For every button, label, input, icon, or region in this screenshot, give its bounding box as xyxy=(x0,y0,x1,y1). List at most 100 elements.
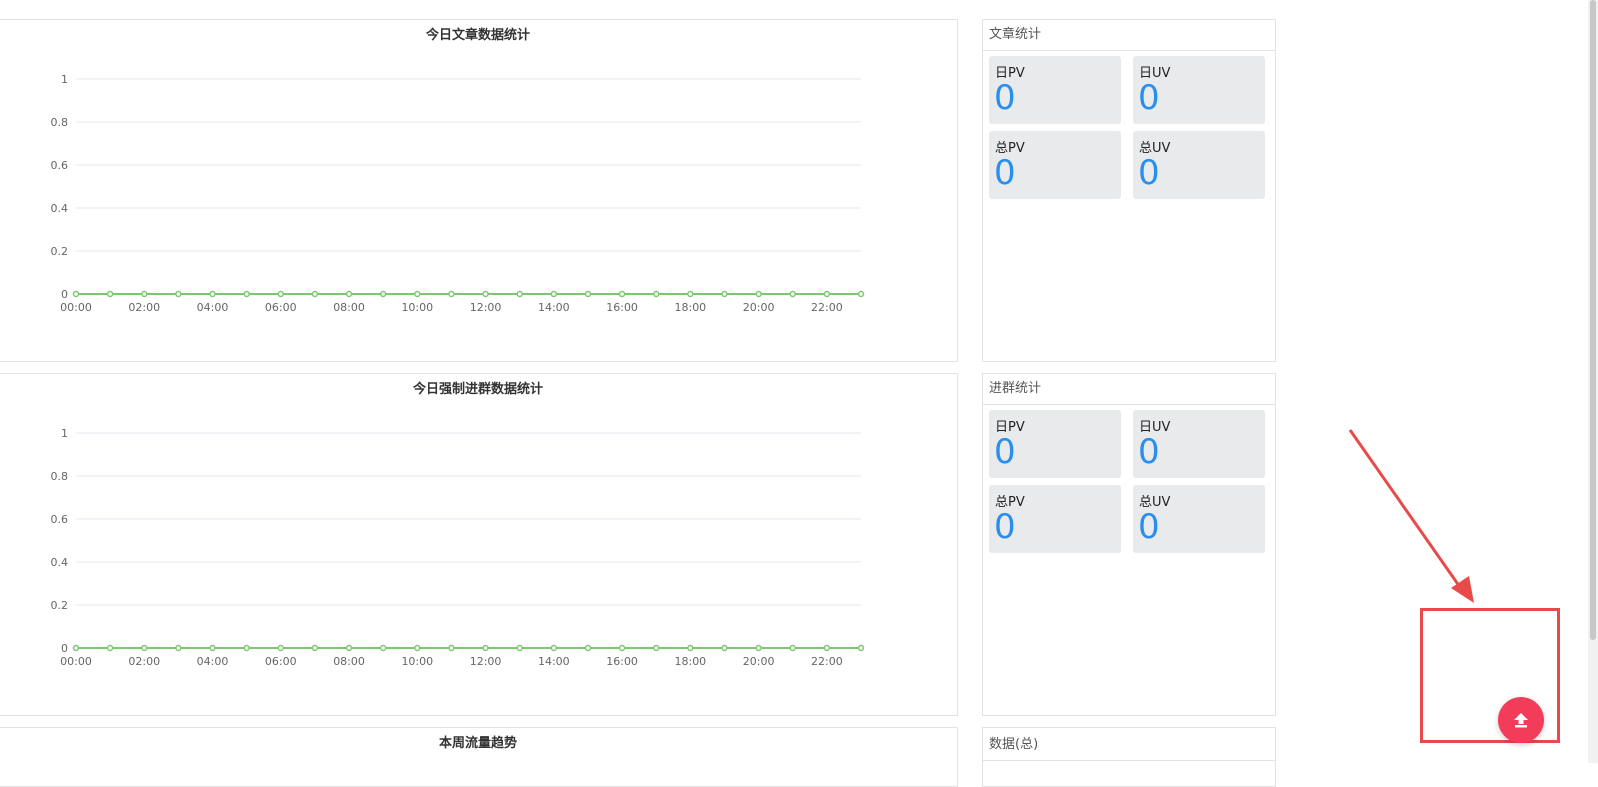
data-point xyxy=(243,644,250,652)
data-point xyxy=(687,290,694,298)
stat-value: 0 xyxy=(1138,153,1160,193)
y-tick-label: 0.6 xyxy=(51,159,69,172)
data-point xyxy=(277,644,285,652)
data-point xyxy=(857,290,865,298)
stat-card-daily-pv: 日PV 0 xyxy=(989,56,1121,124)
stat-card-total-pv: 总PV 0 xyxy=(989,485,1121,553)
data-point xyxy=(141,644,148,652)
data-point xyxy=(721,644,728,652)
data-point xyxy=(618,290,626,298)
x-tick-label: 16:00 xyxy=(606,301,638,314)
data-point xyxy=(141,290,148,298)
panel-header: 数据(总) xyxy=(983,728,1275,761)
group-line-chart: 0 0.2 0.4 0.6 0.8 1 00:00 02:00 04:00 06:00 08:00 1… xyxy=(51,427,865,668)
data-point xyxy=(379,644,387,652)
data-point xyxy=(311,644,319,652)
x-tick-label: 04:00 xyxy=(197,655,229,668)
x-tick-label: 04:00 xyxy=(197,301,229,314)
x-tick-label: 18:00 xyxy=(674,655,706,668)
x-tick-label: 12:00 xyxy=(470,655,502,668)
x-tick-label: 10:00 xyxy=(401,301,433,314)
stat-value: 0 xyxy=(994,78,1016,118)
data-point xyxy=(72,290,80,298)
scrollbar-thumb[interactable] xyxy=(1590,0,1596,640)
stat-card-daily-pv: 日PV 0 xyxy=(989,410,1121,478)
x-tick-label: 16:00 xyxy=(606,655,638,668)
stat-value: 0 xyxy=(994,432,1016,472)
data-point xyxy=(550,644,558,652)
group-chart-panel: 今日强制进群数据统计 0 0.2 0.4 0.6 0.8 1 00:00 02:00 04:00… xyxy=(0,373,958,716)
data-point xyxy=(209,644,216,652)
stat-value: 0 xyxy=(994,507,1016,547)
article-chart-panel: 今日文章数据统计 0 0.2 0.4 0.6 0.8 1 00:00 02:00 04:00 06… xyxy=(0,19,958,362)
data-point xyxy=(414,290,421,298)
group-stats-panel: 进群统计 日PV 0 日UV 0 总PV 0 总UV 0 xyxy=(982,373,1276,716)
x-tick-label: 02:00 xyxy=(128,301,160,314)
chart-title: 本周流量趋势 xyxy=(438,736,517,751)
x-tick-label: 14:00 xyxy=(538,655,570,668)
data-point xyxy=(209,290,216,298)
data-point xyxy=(448,290,455,298)
x-tick-label: 06:00 xyxy=(265,301,297,314)
x-tick-label: 22:00 xyxy=(811,655,843,668)
data-point xyxy=(311,290,319,298)
data-point xyxy=(618,644,626,652)
data-point xyxy=(687,644,694,652)
article-line-chart: 0 0.2 0.4 0.6 0.8 1 00:00 02:00 04:00 06:00 08:00 1… xyxy=(51,73,865,314)
data-point xyxy=(72,644,80,652)
y-tick-label: 1 xyxy=(61,73,68,86)
data-point xyxy=(550,290,558,298)
x-tick-label: 10:00 xyxy=(401,655,433,668)
x-tick-label: 20:00 xyxy=(743,655,775,668)
data-point xyxy=(857,644,865,652)
y-tick-label: 1 xyxy=(61,427,68,440)
y-tick-label: 0 xyxy=(61,288,68,301)
panel-header: 文章统计 xyxy=(983,20,1275,51)
x-tick-label: 22:00 xyxy=(811,301,843,314)
weekly-traffic-panel: 本周流量趋势 xyxy=(0,727,958,787)
x-tick-label: 06:00 xyxy=(265,655,297,668)
stat-card-daily-uv: 日UV 0 xyxy=(1133,56,1265,124)
data-point xyxy=(414,644,421,652)
data-point xyxy=(277,290,285,298)
data-point xyxy=(789,644,796,652)
y-tick-label: 0.2 xyxy=(51,245,69,258)
data-point xyxy=(755,290,762,298)
stat-card-total-uv: 总UV 0 xyxy=(1133,131,1265,199)
stat-card-daily-uv: 日UV 0 xyxy=(1133,410,1265,478)
x-tick-label: 20:00 xyxy=(743,301,775,314)
data-point xyxy=(175,290,182,298)
data-point xyxy=(823,290,831,298)
y-tick-label: 0.8 xyxy=(51,116,69,129)
y-tick-label: 0.4 xyxy=(51,556,69,569)
back-to-top-button[interactable] xyxy=(1498,697,1544,743)
data-point xyxy=(652,644,660,652)
data-point xyxy=(482,644,489,652)
x-tick-label: 18:00 xyxy=(674,301,706,314)
stat-card-total-uv: 总UV 0 xyxy=(1133,485,1265,553)
x-tick-label: 08:00 xyxy=(333,655,365,668)
data-point xyxy=(243,290,250,298)
data-point xyxy=(482,290,489,298)
data-point xyxy=(448,644,455,652)
data-point xyxy=(516,644,523,652)
x-tick-label: 12:00 xyxy=(470,301,502,314)
stat-value: 0 xyxy=(1138,432,1160,472)
data-point xyxy=(584,290,592,298)
y-tick-label: 0.6 xyxy=(51,513,69,526)
y-tick-label: 0.4 xyxy=(51,202,69,215)
data-point xyxy=(652,290,660,298)
y-tick-label: 0.8 xyxy=(51,470,69,483)
data-point xyxy=(789,290,796,298)
data-point xyxy=(823,644,831,652)
stat-value: 0 xyxy=(1138,507,1160,547)
data-point xyxy=(584,644,592,652)
panel-header: 进群统计 xyxy=(983,374,1275,405)
stat-card-total-pv: 总PV 0 xyxy=(989,131,1121,199)
data-point xyxy=(755,644,762,652)
article-stats-panel: 文章统计 日PV 0 日UV 0 总PV 0 总UV 0 xyxy=(982,19,1276,362)
data-point xyxy=(106,644,114,652)
y-tick-label: 0.2 xyxy=(51,599,69,612)
data-point xyxy=(379,290,387,298)
stat-value: 0 xyxy=(994,153,1016,193)
